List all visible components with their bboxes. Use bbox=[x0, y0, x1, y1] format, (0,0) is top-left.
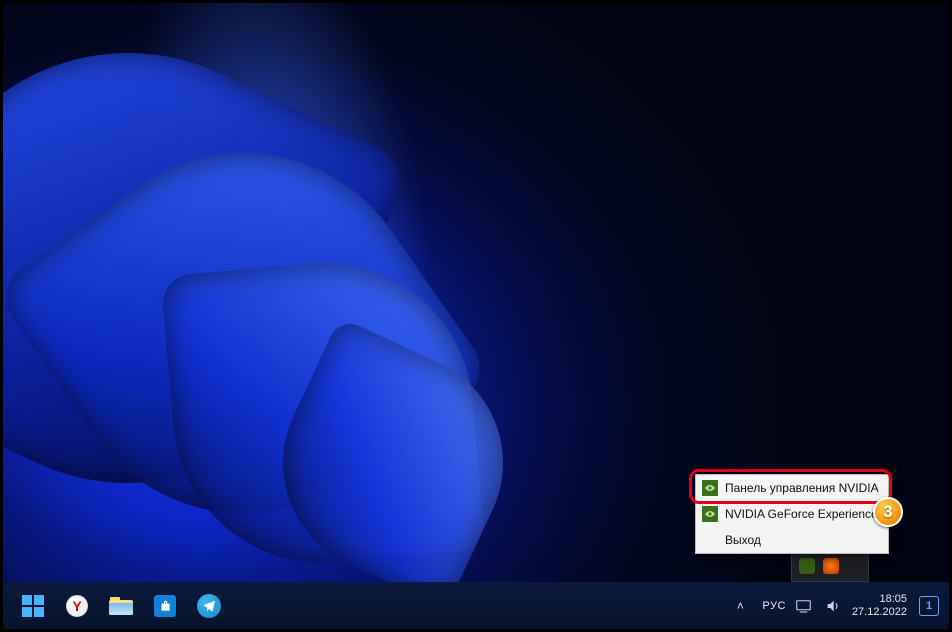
menu-item-geforce-experience[interactable]: NVIDIA GeForce Experience bbox=[696, 501, 888, 527]
taskbar-app-store[interactable] bbox=[145, 586, 185, 626]
yandex-icon: Y bbox=[66, 595, 88, 617]
windows-logo-icon bbox=[21, 594, 45, 618]
taskbar-left-group: Y bbox=[13, 586, 229, 626]
menu-item-label: Панель управления NVIDIA bbox=[725, 481, 879, 495]
taskbar-app-telegram[interactable] bbox=[189, 586, 229, 626]
annotation-step-badge: 3 bbox=[873, 497, 903, 527]
nvidia-context-menu: Панель управления NVIDIA NVIDIA GeForce … bbox=[695, 474, 889, 554]
microsoft-store-icon bbox=[154, 595, 176, 617]
notification-count: 1 bbox=[926, 600, 932, 612]
nvidia-eye-icon bbox=[702, 506, 718, 522]
taskbar-app-explorer[interactable] bbox=[101, 586, 141, 626]
screenshot-root: Панель управления NVIDIA NVIDIA GeForce … bbox=[0, 0, 952, 632]
menu-item-nvidia-control-panel[interactable]: Панель управления NVIDIA bbox=[696, 475, 888, 501]
start-button[interactable] bbox=[13, 586, 53, 626]
menu-item-label: Выход bbox=[725, 533, 761, 547]
step-number: 3 bbox=[883, 502, 892, 522]
clock-date: 27.12.2022 bbox=[852, 606, 907, 619]
taskbar-app-yandex[interactable]: Y bbox=[57, 586, 97, 626]
notification-center-button[interactable]: 1 bbox=[919, 596, 939, 616]
volume-icon[interactable] bbox=[824, 598, 842, 614]
menu-item-label: NVIDIA GeForce Experience bbox=[725, 507, 878, 521]
tray-overflow-popup[interactable] bbox=[791, 550, 869, 582]
file-explorer-icon bbox=[109, 597, 133, 615]
menu-item-exit[interactable]: Выход bbox=[696, 527, 888, 553]
nvidia-eye-icon bbox=[702, 480, 718, 496]
chevron-up-icon: ˄ bbox=[737, 599, 744, 613]
taskbar: Y ˄ РУС bbox=[3, 582, 949, 629]
network-icon[interactable] bbox=[796, 598, 814, 614]
taskbar-right-group: ˄ РУС 18:05 27.12.2022 1 bbox=[728, 586, 939, 626]
clock-time: 18:05 bbox=[852, 593, 907, 606]
tray-icon[interactable] bbox=[823, 558, 839, 574]
language-indicator[interactable]: РУС bbox=[762, 600, 786, 612]
taskbar-clock[interactable]: 18:05 27.12.2022 bbox=[852, 593, 909, 618]
tray-overflow-button[interactable]: ˄ bbox=[728, 586, 752, 626]
telegram-icon bbox=[197, 594, 221, 618]
nvidia-tray-icon[interactable] bbox=[799, 558, 815, 574]
